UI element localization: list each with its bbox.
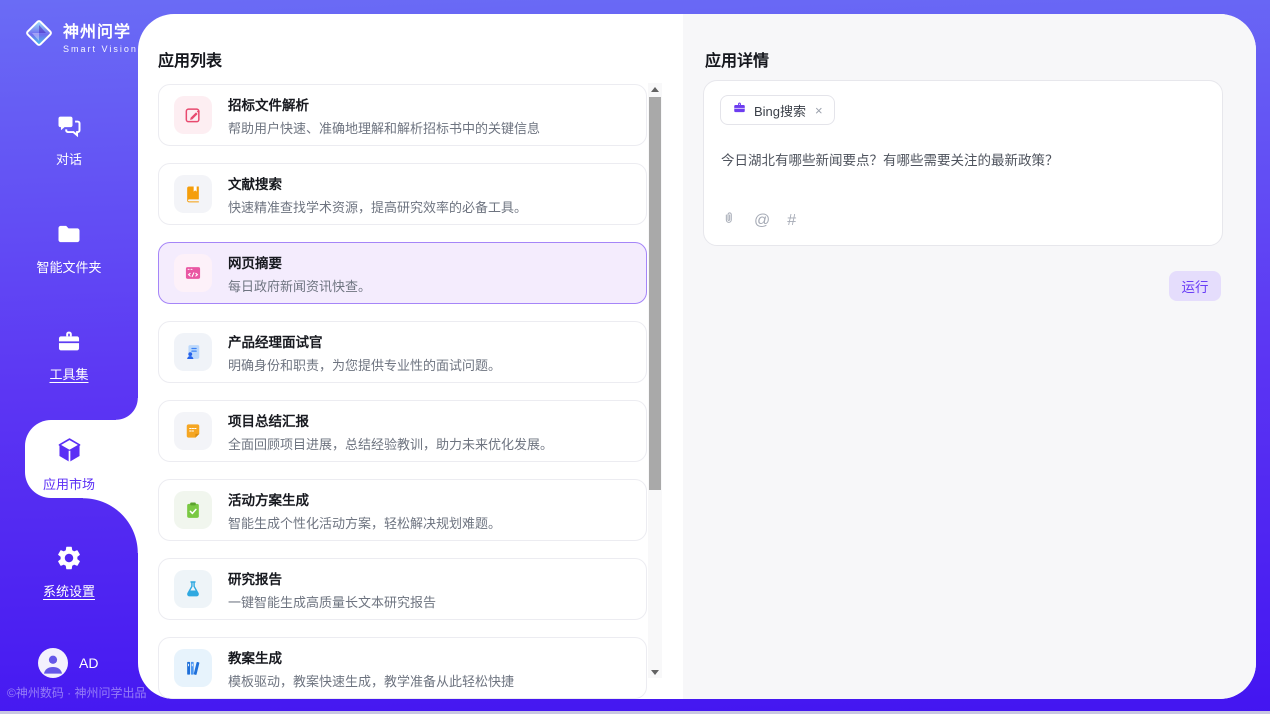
app-card-bid-parse[interactable]: 招标文件解析 帮助用户快速、准确地理解和解析招标书中的关键信息 <box>158 84 647 146</box>
sidebar-item-label: 工具集 <box>49 364 88 383</box>
note-icon <box>174 412 212 450</box>
cube-icon <box>55 436 84 468</box>
app-card-description: 明确身份和职责，为您提供专业性的面试问题。 <box>228 355 501 374</box>
app-card-event-plan[interactable]: 活动方案生成 智能生成个性化活动方案，轻松解决规划难题。 <box>158 479 647 541</box>
app-list-title: 应用列表 <box>158 47 222 71</box>
folder-icon <box>55 220 83 251</box>
flask-icon <box>174 570 212 608</box>
user-avatar-icon <box>38 648 68 678</box>
clipboard-check-icon <box>174 491 212 529</box>
app-card-research-report[interactable]: 研究报告 一键智能生成高质量长文本研究报告 <box>158 558 647 620</box>
paperclip-icon[interactable] <box>721 209 737 232</box>
sidebar-item-toolset[interactable]: 工具集 <box>0 327 138 383</box>
brand-logo: 神州问学 Smart Vision <box>22 16 138 55</box>
sidebar-item-app-market[interactable]: 应用市场 <box>0 436 138 493</box>
brand-name: 神州问学 <box>63 18 138 42</box>
app-card-description: 每日政府新闻资讯快查。 <box>228 276 371 295</box>
app-card-web-summary[interactable]: 网页摘要 每日政府新闻资讯快查。 <box>158 242 647 304</box>
mention-icon[interactable]: @ <box>754 213 770 229</box>
app-card-project-summary[interactable]: 项目总结汇报 全面回顾项目进展，总结经验教训，助力未来优化发展。 <box>158 400 647 462</box>
app-card-list: 招标文件解析 帮助用户快速、准确地理解和解析招标书中的关键信息 文献搜索 快速精… <box>158 84 647 699</box>
sidebar: 神州问学 Smart Vision 对话 智能文件夹 <box>0 0 138 714</box>
toolbox-icon <box>55 327 83 358</box>
app-card-description: 一键智能生成高质量长文本研究报告 <box>228 592 436 611</box>
topic-icon[interactable]: # <box>787 213 796 229</box>
brand-subtitle: Smart Vision <box>63 44 138 54</box>
sidebar-item-label: 应用市场 <box>43 474 95 493</box>
sidebar-item-label: 系统设置 <box>43 581 95 600</box>
query-composer: Bing搜索 × 今日湖北有哪些新闻要点？有哪些需要关注的最新政策？ @ # <box>703 80 1223 246</box>
app-card-title: 网页摘要 <box>228 252 371 272</box>
copyright-text: ©神州数码 · 神州问学出品 <box>7 684 147 701</box>
run-button[interactable]: 运行 <box>1169 271 1221 301</box>
sidebar-item-label: 智能文件夹 <box>36 257 101 276</box>
browser-code-icon <box>174 254 212 292</box>
books-icon <box>174 649 212 687</box>
app-card-literature-search[interactable]: 文献搜索 快速精准查找学术资源，提高研究效率的必备工具。 <box>158 163 647 225</box>
scrollbar-up-arrow[interactable] <box>648 83 662 95</box>
user-initials: AD <box>79 655 98 671</box>
main-container: 应用列表 招标文件解析 帮助用户快速、准确地理解和解析招标书中的关键信息 <box>138 14 1256 699</box>
app-detail-title: 应用详情 <box>705 47 769 71</box>
app-card-description: 模板驱动，教案快速生成，教学准备从此轻松快捷 <box>228 671 514 690</box>
app-card-description: 智能生成个性化活动方案，轻松解决规划难题。 <box>228 513 501 532</box>
book-icon <box>174 175 212 213</box>
app-card-title: 文献搜索 <box>228 173 527 193</box>
app-card-lesson-plan[interactable]: 教案生成 模板驱动，教案快速生成，教学准备从此轻松快捷 <box>158 637 647 699</box>
sidebar-item-smart-folder[interactable]: 智能文件夹 <box>0 220 138 276</box>
app-card-description: 快速精准查找学术资源，提高研究效率的必备工具。 <box>228 197 527 216</box>
sidebar-item-label: 对话 <box>56 149 82 168</box>
chat-icon <box>55 112 83 143</box>
app-card-description: 帮助用户快速、准确地理解和解析招标书中的关键信息 <box>228 118 540 137</box>
gem-diamond-icon <box>22 16 56 55</box>
app-card-description: 全面回顾项目进展，总结经验教训，助力未来优化发展。 <box>228 434 553 453</box>
gear-icon <box>55 544 83 575</box>
composer-toolbar: @ # <box>721 209 796 232</box>
app-card-title: 教案生成 <box>228 647 514 667</box>
scrollbar-down-arrow[interactable] <box>648 666 662 678</box>
sidebar-item-settings[interactable]: 系统设置 <box>0 544 138 600</box>
app-card-title: 招标文件解析 <box>228 94 540 114</box>
tool-chip-bing-search[interactable]: Bing搜索 × <box>720 95 835 125</box>
query-text-input[interactable]: 今日湖北有哪些新闻要点？有哪些需要关注的最新政策？ <box>721 151 1206 170</box>
app-card-title: 项目总结汇报 <box>228 410 553 430</box>
chip-close-icon[interactable]: × <box>815 103 823 118</box>
app-card-title: 产品经理面试官 <box>228 331 501 351</box>
document-edit-icon <box>174 96 212 134</box>
app-list-panel: 应用列表 招标文件解析 帮助用户快速、准确地理解和解析招标书中的关键信息 <box>138 14 683 699</box>
app-list-scrollbar[interactable] <box>648 83 662 678</box>
app-card-title: 活动方案生成 <box>228 489 501 509</box>
interviewer-icon <box>174 333 212 371</box>
briefcase-icon <box>732 100 747 120</box>
app-card-title: 研究报告 <box>228 568 436 588</box>
scrollbar-thumb[interactable] <box>649 97 661 490</box>
app-detail-panel: 应用详情 Bing搜索 × 今日湖北有哪些新闻要点？有哪些需要关注的最新政策？ <box>683 14 1256 699</box>
app-card-pm-interviewer[interactable]: 产品经理面试官 明确身份和职责，为您提供专业性的面试问题。 <box>158 321 647 383</box>
user-account[interactable]: AD <box>38 648 98 678</box>
app-background: 神州问学 Smart Vision 对话 智能文件夹 <box>0 0 1270 714</box>
tool-chip-label: Bing搜索 <box>754 101 806 120</box>
sidebar-item-chat[interactable]: 对话 <box>0 112 138 168</box>
